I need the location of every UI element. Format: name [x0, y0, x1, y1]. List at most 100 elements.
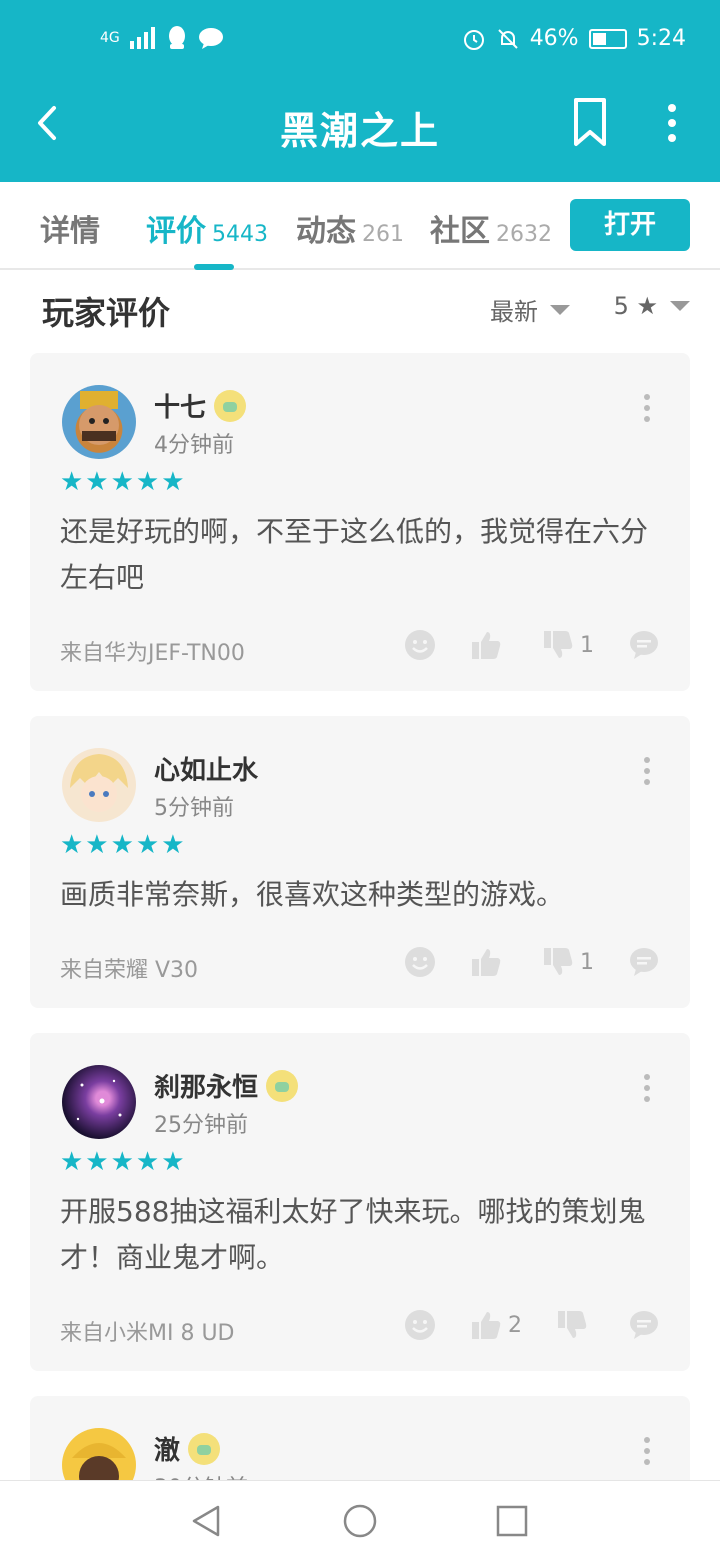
section-title: 玩家评价 [42, 294, 171, 332]
dislike-count: 1 [580, 949, 594, 975]
system-nav-bar [0, 1480, 720, 1560]
battery-icon [588, 28, 627, 49]
smiley-icon [405, 1310, 435, 1340]
review-actions: 2 [404, 1309, 660, 1341]
tab-label: 详情 [40, 214, 100, 249]
app-bar: 黑潮之上 [0, 90, 720, 160]
user-badge-icon [214, 389, 247, 422]
thumbs-up-icon [472, 632, 501, 659]
chevron-down-icon [670, 301, 690, 311]
review-text: 开服588抽这福利太好了快来玩。哪找的策划鬼才！商业鬼才啊。 [60, 1195, 646, 1274]
tab-count: 2632 [496, 222, 552, 247]
dislike-button[interactable] [556, 1309, 594, 1341]
network-icon: 4G [100, 30, 120, 46]
avatar[interactable] [62, 748, 136, 822]
status-left: 4G [100, 26, 224, 50]
emoji-button[interactable] [404, 1309, 436, 1341]
review-username[interactable]: 十七 [154, 387, 247, 424]
dislike-button[interactable]: 1 [542, 946, 594, 978]
emoji-button[interactable] [404, 946, 436, 978]
qq-icon [168, 26, 185, 49]
thumbs-down-icon [544, 948, 573, 975]
thumbs-up-icon [472, 949, 501, 976]
nav-home-icon[interactable] [342, 1503, 378, 1539]
avatar[interactable] [62, 1065, 136, 1139]
star-rating: ★★★★★ [60, 467, 187, 497]
star-rating: ★★★★★ [60, 1147, 187, 1177]
more-vertical-icon[interactable] [644, 393, 650, 423]
smiley-icon [405, 947, 435, 977]
like-button[interactable] [470, 946, 508, 978]
battery-level [592, 32, 607, 45]
review-footer: 来自小米MI 8 UD 2 [60, 1307, 660, 1347]
chevron-down-icon [550, 304, 570, 315]
review-footer: 来自华为JEF-TN00 1 [60, 627, 660, 667]
thumbs-down-icon [558, 1311, 587, 1338]
review-card[interactable]: 十七 4分钟前 ★★★★★ 还是好玩的啊，不至于这么低的，我觉得在六分左右吧 来… [30, 353, 690, 691]
username-text: 刹那永恒 [154, 1073, 259, 1103]
bookmark-icon[interactable] [570, 96, 610, 148]
alarm-icon [463, 29, 484, 50]
like-count: 2 [508, 1312, 522, 1338]
like-button[interactable]: 2 [470, 1309, 522, 1341]
more-vertical-icon[interactable] [644, 756, 650, 786]
device-label: 来自华为JEF-TN00 [60, 641, 245, 666]
comment-button[interactable] [628, 946, 660, 978]
username-text: 心如止水 [154, 756, 259, 786]
review-username[interactable]: 刹那永恒 [154, 1067, 299, 1104]
emoji-button[interactable] [404, 629, 436, 661]
review-actions: 1 [404, 946, 660, 978]
comment-button[interactable] [628, 629, 660, 661]
more-vertical-icon[interactable] [644, 1436, 650, 1466]
thumbs-down-icon [544, 631, 573, 658]
tab-label: 动态 [296, 214, 356, 249]
user-badge-icon [188, 1432, 221, 1465]
comment-icon [630, 1311, 658, 1339]
tab-details[interactable]: 详情 [40, 206, 100, 250]
device-label: 来自小米MI 8 UD [60, 1321, 235, 1346]
chat-icon [198, 28, 223, 49]
review-card[interactable]: 刹那永恒 25分钟前 ★★★★★ 开服588抽这福利太好了快来玩。哪找的策划鬼才… [30, 1033, 690, 1371]
review-card[interactable]: 澈 30分钟前 [30, 1396, 690, 1480]
dislike-button[interactable]: 1 [542, 629, 594, 661]
open-button[interactable]: 打开 [570, 199, 690, 251]
review-footer: 来自荣耀 V30 1 [60, 944, 660, 984]
review-actions: 1 [404, 629, 660, 661]
device-label: 来自荣耀 V30 [60, 958, 199, 983]
app-header: 4G 46% 5:24 黑潮之上 [0, 0, 720, 182]
like-button[interactable] [470, 629, 508, 661]
rating-filter-label: 5 ★ [613, 292, 658, 320]
page-title: 黑潮之上 [279, 109, 440, 153]
more-vertical-icon[interactable] [662, 100, 682, 146]
tab-community[interactable]: 社区 2632 [430, 206, 552, 250]
tab-reviews[interactable]: 评价 5443 [146, 206, 268, 250]
mute-icon [497, 28, 518, 49]
tab-feed[interactable]: 动态 261 [296, 206, 404, 250]
review-text: 画质非常奈斯，很喜欢这种类型的游戏。 [60, 878, 565, 911]
status-bar: 4G 46% 5:24 [0, 22, 720, 62]
rating-filter-dropdown[interactable]: 5 ★ [614, 292, 690, 320]
nav-back-icon[interactable] [188, 1503, 224, 1539]
tab-label: 社区 [430, 214, 490, 249]
comment-icon [630, 948, 658, 976]
review-card[interactable]: 心如止水 5分钟前 ★★★★★ 画质非常奈斯，很喜欢这种类型的游戏。 来自荣耀 … [30, 716, 690, 1008]
avatar-image-icon [79, 391, 119, 445]
battery-percent: 46% [529, 26, 579, 51]
status-right: 46% 5:24 [462, 26, 686, 51]
username-text: 澈 [154, 1436, 181, 1466]
dislike-count: 1 [580, 632, 594, 658]
review-time: 5分钟前 [154, 796, 234, 821]
sort-dropdown[interactable]: 最新 [490, 292, 570, 327]
avatar-image-icon [70, 754, 128, 812]
avatar[interactable] [62, 385, 136, 459]
more-vertical-icon[interactable] [644, 1073, 650, 1103]
signal-icon [129, 27, 155, 49]
nav-recents-icon[interactable] [494, 1503, 530, 1539]
avatar[interactable] [62, 1428, 136, 1480]
comment-button[interactable] [628, 1309, 660, 1341]
review-time: 4分钟前 [154, 433, 234, 458]
review-username[interactable]: 澈 [154, 1430, 221, 1467]
user-badge-icon [266, 1069, 299, 1102]
review-username[interactable]: 心如止水 [154, 750, 258, 787]
avatar-image-icon [72, 1443, 126, 1480]
